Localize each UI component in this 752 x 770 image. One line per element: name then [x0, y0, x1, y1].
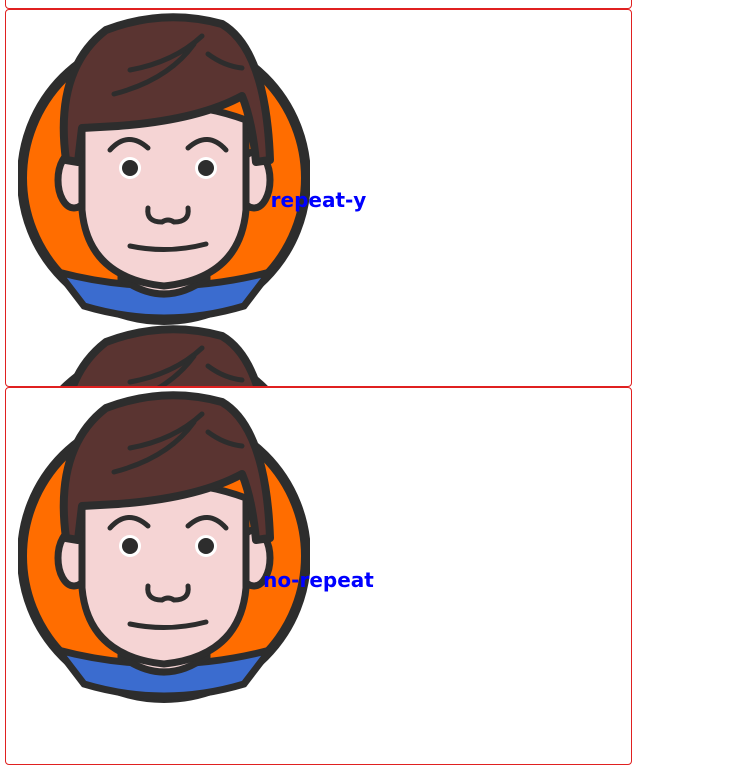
background-box-repeat-y: repeat-y	[5, 9, 632, 387]
man-avatar-icon	[18, 322, 310, 387]
box-label: no-repeat	[263, 568, 374, 592]
background-box-no-repeat: no-repeat	[5, 387, 632, 765]
previous-box	[5, 0, 632, 9]
box-label: repeat-y	[270, 188, 367, 212]
man-avatar-icon	[18, 10, 310, 326]
man-avatar-icon	[18, 388, 310, 704]
